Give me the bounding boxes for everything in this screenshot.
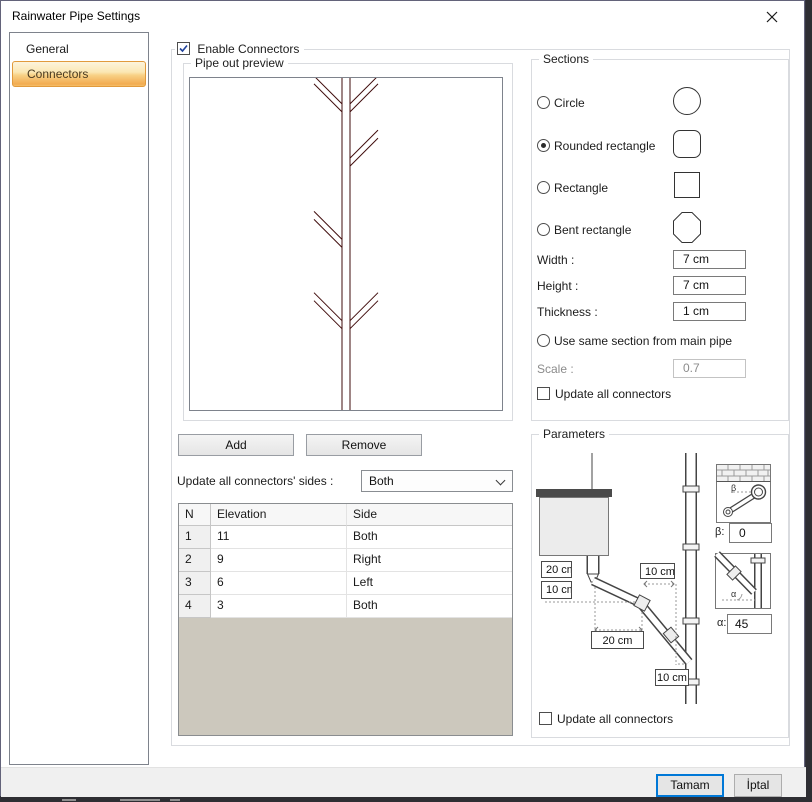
sections-update-all-label: Update all connectors [555,387,671,401]
alpha-field[interactable]: 45 [727,614,772,634]
table-row[interactable]: 2 9 Right [179,549,512,572]
thickness-label: Thickness : [537,305,598,319]
cancel-button[interactable]: İptal [734,774,782,797]
sides-dropdown-value: Both [369,474,394,488]
radio-use-same-section[interactable] [537,334,550,347]
table-row[interactable]: 1 11 Both [179,526,512,549]
desktop-edge-right [806,0,812,802]
sidebar-item-label: General [26,42,69,56]
circle-shape-icon [673,87,701,115]
column-header-side[interactable]: Side [347,504,512,526]
pipe-preview-canvas [189,77,503,411]
rectangle-shape-icon [674,172,700,198]
connectors-table: N Elevation Side 1 11 Both 2 9 Right 3 6… [178,503,513,736]
width-field[interactable]: 7 cm [673,250,746,269]
ok-button-label: Tamam [670,778,709,792]
height-label: Height : [537,279,578,293]
scale-label: Scale : [537,362,574,376]
cell-side[interactable]: Both [347,595,512,618]
radio-bent-rectangle-label: Bent rectangle [554,223,631,237]
dim-field-offset-10[interactable]: 10 cm [640,563,675,579]
category-list: General Connectors [9,32,149,765]
dialog-window: Rainwater Pipe Settings General Connecto… [0,0,805,796]
radio-circle[interactable] [537,96,550,109]
width-label: Width : [537,253,574,267]
sections-title: Sections [539,52,593,66]
scale-field[interactable]: 0.7 [673,359,746,378]
remove-button[interactable]: Remove [306,434,422,456]
remove-button-label: Remove [342,438,387,452]
taskbar-glimpse [170,799,180,801]
rounded-rectangle-shape-icon [673,130,701,158]
radio-rounded-rectangle[interactable] [537,139,550,152]
cell-n: 2 [179,549,211,572]
radio-rectangle-label: Rectangle [554,181,608,195]
column-header-elevation[interactable]: Elevation [211,504,347,526]
cell-elevation[interactable]: 3 [211,595,347,618]
cell-side[interactable]: Right [347,549,512,572]
sides-label: Update all connectors' sides : [177,474,333,488]
column-header-n[interactable]: N [179,504,211,526]
bent-rectangle-shape-icon [673,212,701,243]
pipe-preview-svg [190,78,502,410]
dim-field-drop-20[interactable]: 20 cm [541,561,572,578]
alpha-label: α: [717,617,726,629]
radio-rectangle[interactable] [537,181,550,194]
table-header-row: N Elevation Side [179,504,512,526]
beta-label: β: [715,526,724,538]
close-button[interactable] [762,7,782,27]
cell-n: 4 [179,595,211,618]
parameters-update-all-label: Update all connectors [557,712,673,726]
close-icon [766,11,778,23]
cell-side[interactable]: Both [347,526,512,549]
taskbar-glimpse [120,799,160,801]
cancel-button-label: İptal [747,778,770,792]
window-title: Rainwater Pipe Settings [12,9,140,23]
table-row[interactable]: 4 3 Both [179,595,512,618]
dim-field-end-10[interactable]: 10 cm [655,669,689,686]
sidebar-item-general[interactable]: General [12,37,146,61]
dim-field-run-20[interactable]: 20 cm [591,631,644,649]
title-bar: Rainwater Pipe Settings [1,1,804,31]
sides-dropdown[interactable]: Both [361,470,513,492]
parameters-update-all-checkbox[interactable] [539,712,552,725]
parameters-title: Parameters [539,427,609,441]
ok-button[interactable]: Tamam [656,774,724,797]
sections-update-all-checkbox[interactable] [537,387,550,400]
radio-rounded-rectangle-label: Rounded rectangle [554,139,655,153]
beta-field[interactable]: 0 [729,523,772,543]
use-same-section-label: Use same section from main pipe [554,334,732,348]
check-icon [178,43,189,54]
dim-field-drop-10[interactable]: 10 cm [541,581,572,599]
sidebar-item-connectors[interactable]: Connectors [12,61,146,87]
enable-connectors-label: Enable Connectors [197,42,299,56]
footer-bar: Tamam İptal [1,767,806,797]
cell-elevation[interactable]: 11 [211,526,347,549]
add-button[interactable]: Add [178,434,294,456]
pipe-preview-title: Pipe out preview [191,56,288,70]
cell-n: 1 [179,526,211,549]
cell-elevation[interactable]: 6 [211,572,347,595]
enable-connectors-row: Enable Connectors [175,41,304,57]
cell-n: 3 [179,572,211,595]
table-row[interactable]: 3 6 Left [179,572,512,595]
cell-elevation[interactable]: 9 [211,549,347,572]
enable-connectors-checkbox[interactable] [177,42,190,55]
radio-circle-label: Circle [554,96,585,110]
height-field[interactable]: 7 cm [673,276,746,295]
sidebar-item-label: Connectors [27,67,88,81]
cell-side[interactable]: Left [347,572,512,595]
chevron-down-icon [496,476,506,486]
taskbar-glimpse [62,799,76,801]
radio-bent-rectangle[interactable] [537,223,550,236]
add-button-label: Add [225,438,246,452]
thickness-field[interactable]: 1 cm [673,302,746,321]
